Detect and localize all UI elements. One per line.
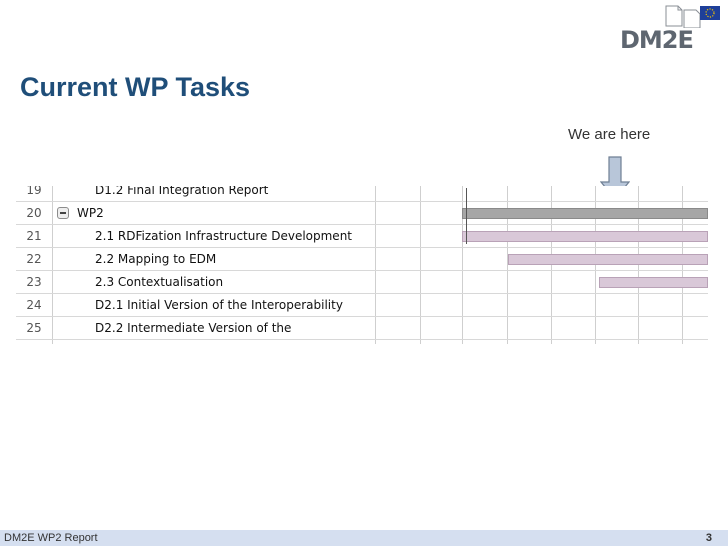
- row-number: 21: [26, 229, 42, 243]
- logo-documents-icon: [665, 5, 720, 28]
- gantt-row[interactable]: 25 D2.2 Intermediate Version of the: [16, 317, 708, 340]
- logo-text: DM2E: [620, 26, 694, 54]
- collapse-icon[interactable]: [57, 207, 69, 219]
- today-marker: [466, 188, 467, 244]
- task-name: D1.2 Final Integration Report: [95, 186, 269, 197]
- task-name: 2.1 RDFization Infrastructure Developmen…: [95, 229, 353, 243]
- gantt-row[interactable]: 22 2.2 Mapping to EDM: [16, 248, 708, 271]
- row-number: 24: [26, 298, 42, 312]
- annotation-label: We are here: [568, 126, 651, 143]
- footer-bar: DM2E WP2 Report 3: [0, 530, 728, 546]
- slide-title: Current WP Tasks: [20, 72, 251, 102]
- row-number: 23: [26, 275, 42, 289]
- row-number: 25: [26, 321, 42, 335]
- task-name: 2.3 Contextualisation: [95, 275, 224, 289]
- gantt-bar[interactable]: [462, 231, 708, 242]
- task-name: WP2: [77, 206, 104, 220]
- dm2e-logo: DM2E: [620, 4, 722, 54]
- gantt-row[interactable]: 20 WP2: [16, 202, 708, 225]
- gantt-row[interactable]: 24 D2.1 Initial Version of the Interoper…: [16, 294, 708, 317]
- page-number: 3: [705, 532, 712, 544]
- gantt-bar[interactable]: [508, 254, 708, 265]
- row-number: 22: [26, 252, 42, 266]
- task-name: D2.2 Intermediate Version of the: [95, 321, 292, 335]
- gantt-bar-summary[interactable]: [462, 208, 708, 219]
- row-number: 20: [26, 206, 42, 220]
- task-name: 2.2 Mapping to EDM: [95, 252, 217, 266]
- gantt-row[interactable]: 19 D1.2 Final Integration Report: [16, 186, 708, 202]
- row-number: 19: [26, 186, 42, 197]
- gantt-row[interactable]: 23 2.3 Contextualisation: [16, 271, 708, 294]
- task-name: D2.1 Initial Version of the Interoperabi…: [95, 298, 343, 312]
- footer-label: DM2E WP2 Report: [4, 532, 98, 544]
- gantt-chart: 19 D1.2 Final Integration Report 20 WP2 …: [16, 186, 708, 344]
- gantt-bar[interactable]: [599, 277, 708, 288]
- gantt-row[interactable]: 21 2.1 RDFization Infrastructure Develop…: [16, 225, 708, 248]
